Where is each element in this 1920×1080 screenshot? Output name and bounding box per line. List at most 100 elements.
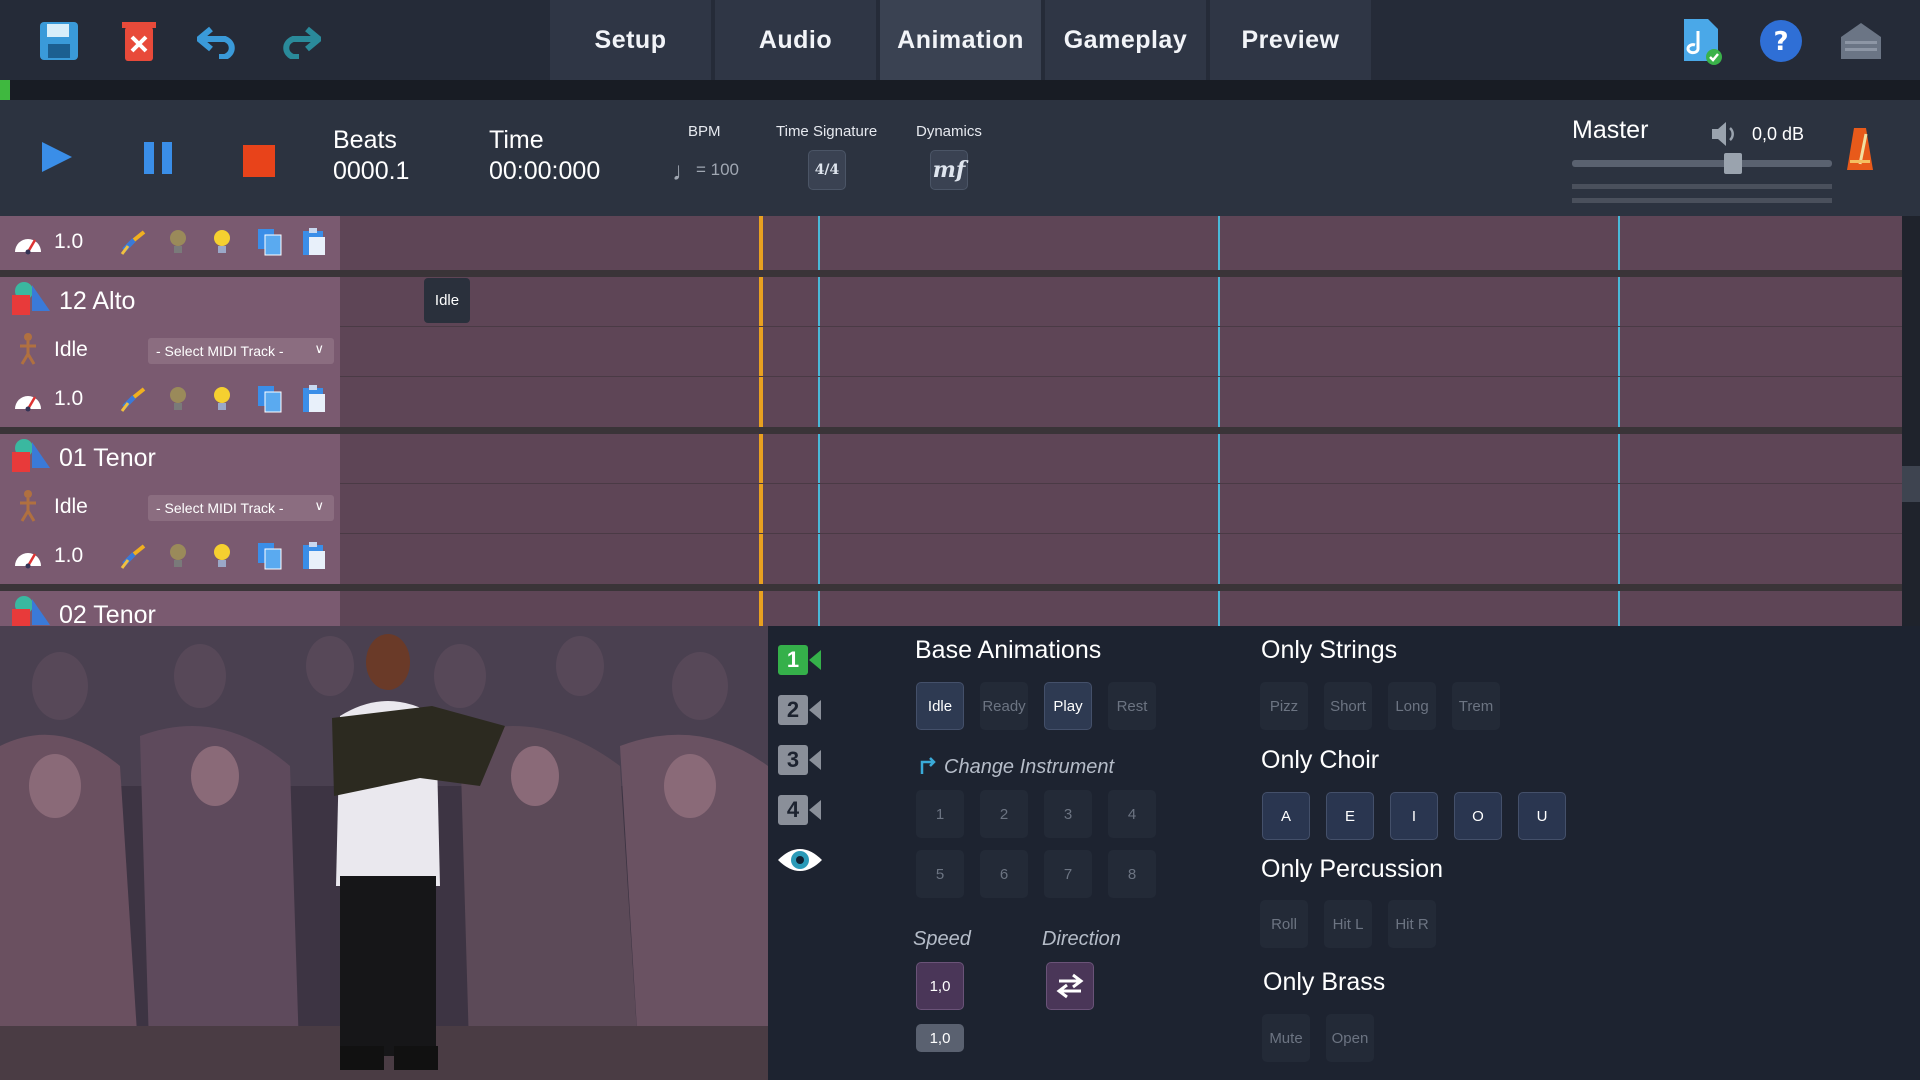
- master-db-value: 0,0 dB: [1752, 124, 1804, 145]
- instrument-6-button[interactable]: 6: [980, 850, 1028, 898]
- instrument-5-button[interactable]: 5: [916, 850, 964, 898]
- camera-3-button[interactable]: 3: [778, 743, 824, 777]
- camera-icon: [809, 700, 821, 720]
- master-volume-slider[interactable]: [1572, 160, 1832, 167]
- help-icon[interactable]: ?: [1754, 14, 1808, 68]
- playhead[interactable]: [759, 216, 763, 626]
- track-speed-value[interactable]: 1.0: [54, 230, 83, 254]
- master-volume-handle[interactable]: [1724, 153, 1742, 174]
- home-icon[interactable]: [1834, 14, 1888, 68]
- midi-track-select[interactable]: - Select MIDI Track - ∨: [148, 495, 334, 521]
- metronome-icon[interactable]: [1846, 126, 1874, 177]
- stop-icon[interactable]: [243, 145, 275, 177]
- bar-line: [1218, 216, 1220, 626]
- strings-short-button[interactable]: Short: [1324, 682, 1372, 730]
- track-name[interactable]: 02 Tenor: [59, 601, 156, 626]
- track-speed-value[interactable]: 1.0: [54, 544, 83, 568]
- camera-icon: [809, 750, 821, 770]
- lane-divider: [340, 483, 1902, 484]
- copy-icon[interactable]: [254, 226, 286, 258]
- camera-4-button[interactable]: 4: [778, 793, 824, 827]
- strings-pizz-button[interactable]: Pizz: [1260, 682, 1308, 730]
- song-progress[interactable]: [0, 80, 1920, 100]
- strings-trem-button[interactable]: Trem: [1452, 682, 1500, 730]
- pause-icon[interactable]: [144, 142, 174, 179]
- track-scrollbar-thumb[interactable]: [1902, 466, 1920, 502]
- percussion-hit-l-button[interactable]: Hit L: [1324, 900, 1372, 948]
- eye-icon[interactable]: [776, 844, 824, 881]
- copy-icon[interactable]: [254, 383, 286, 415]
- anim-idle-button[interactable]: Idle: [916, 682, 964, 730]
- instrument-7-button[interactable]: 7: [1044, 850, 1092, 898]
- speed-sub-value[interactable]: 1,0: [916, 1024, 964, 1052]
- choir-i-button[interactable]: I: [1390, 792, 1438, 840]
- undo-icon[interactable]: [192, 14, 246, 68]
- choir-e-button[interactable]: E: [1326, 792, 1374, 840]
- scene-viewport[interactable]: [0, 626, 768, 1080]
- track-speed-value[interactable]: 1.0: [54, 387, 83, 411]
- tab-gameplay[interactable]: Gameplay: [1045, 0, 1206, 80]
- light-on-icon[interactable]: [206, 383, 238, 415]
- track-scrollbar[interactable]: [1902, 216, 1920, 626]
- camera-icon: [809, 800, 821, 820]
- redo-icon[interactable]: [272, 14, 326, 68]
- paste-icon[interactable]: [298, 383, 330, 415]
- time-signature-button[interactable]: 4/4: [808, 150, 846, 190]
- speed-value-button[interactable]: 1,0: [916, 962, 964, 1010]
- brass-open-button[interactable]: Open: [1326, 1014, 1374, 1062]
- choir-o-button[interactable]: O: [1454, 792, 1502, 840]
- instrument-8-button[interactable]: 8: [1108, 850, 1156, 898]
- timeline[interactable]: [340, 216, 1902, 626]
- camera-1-button[interactable]: 1: [778, 643, 824, 677]
- tab-preview[interactable]: Preview: [1210, 0, 1371, 80]
- copy-icon[interactable]: [254, 540, 286, 572]
- bpm-value[interactable]: = 100: [696, 160, 739, 180]
- paste-icon[interactable]: [298, 540, 330, 572]
- paste-icon[interactable]: [298, 226, 330, 258]
- music-file-icon[interactable]: [1674, 14, 1728, 68]
- track-name[interactable]: 12 Alto: [59, 287, 135, 316]
- instrument-2-button[interactable]: 2: [980, 790, 1028, 838]
- percussion-hit-r-button[interactable]: Hit R: [1388, 900, 1436, 948]
- track-name[interactable]: 01 Tenor: [59, 444, 156, 473]
- instrument-1-button[interactable]: 1: [916, 790, 964, 838]
- delete-icon[interactable]: [112, 14, 166, 68]
- instrument-4-button[interactable]: 4: [1108, 790, 1156, 838]
- time-signature-label: Time Signature: [776, 123, 877, 140]
- clear-brush-icon[interactable]: [118, 383, 150, 415]
- tab-audio[interactable]: Audio: [715, 0, 876, 80]
- speedometer-icon: [12, 227, 44, 259]
- choir-u-button[interactable]: U: [1518, 792, 1566, 840]
- percussion-roll-button[interactable]: Roll: [1260, 900, 1308, 948]
- animation-clip[interactable]: Idle: [424, 278, 470, 323]
- light-off-icon[interactable]: [162, 226, 194, 258]
- light-off-icon[interactable]: [162, 383, 194, 415]
- speaker-icon[interactable]: [1710, 120, 1740, 153]
- tab-animation[interactable]: Animation: [880, 0, 1041, 80]
- strings-long-button[interactable]: Long: [1388, 682, 1436, 730]
- direction-button[interactable]: [1046, 962, 1094, 1010]
- choir-a-button[interactable]: A: [1262, 792, 1310, 840]
- beats-label: Beats: [333, 126, 397, 155]
- midi-track-select[interactable]: - Select MIDI Track - ∨: [148, 338, 334, 364]
- time-signature-value: 4/4: [815, 163, 840, 177]
- save-icon[interactable]: [32, 14, 86, 68]
- anim-ready-button[interactable]: Ready: [980, 682, 1028, 730]
- instrument-3-button[interactable]: 3: [1044, 790, 1092, 838]
- speed-title: Speed: [913, 928, 971, 951]
- light-off-icon[interactable]: [162, 540, 194, 572]
- lane-divider: [340, 533, 1902, 534]
- dynamics-button[interactable]: mf: [930, 150, 968, 190]
- clear-brush-icon[interactable]: [118, 226, 150, 258]
- camera-2-button[interactable]: 2: [778, 693, 824, 727]
- light-on-icon[interactable]: [206, 226, 238, 258]
- anim-rest-button[interactable]: Rest: [1108, 682, 1156, 730]
- anim-play-button[interactable]: Play: [1044, 682, 1092, 730]
- play-icon[interactable]: [40, 140, 74, 179]
- brass-mute-button[interactable]: Mute: [1262, 1014, 1310, 1062]
- light-on-icon[interactable]: [206, 540, 238, 572]
- clear-brush-icon[interactable]: [118, 540, 150, 572]
- tab-setup[interactable]: Setup: [550, 0, 711, 80]
- track-row: 01 Tenor Idle - Select MIDI Track - ∨ 1.…: [0, 434, 340, 584]
- animation-panel: Base Animations Idle Ready Play Rest Cha…: [868, 626, 1920, 1080]
